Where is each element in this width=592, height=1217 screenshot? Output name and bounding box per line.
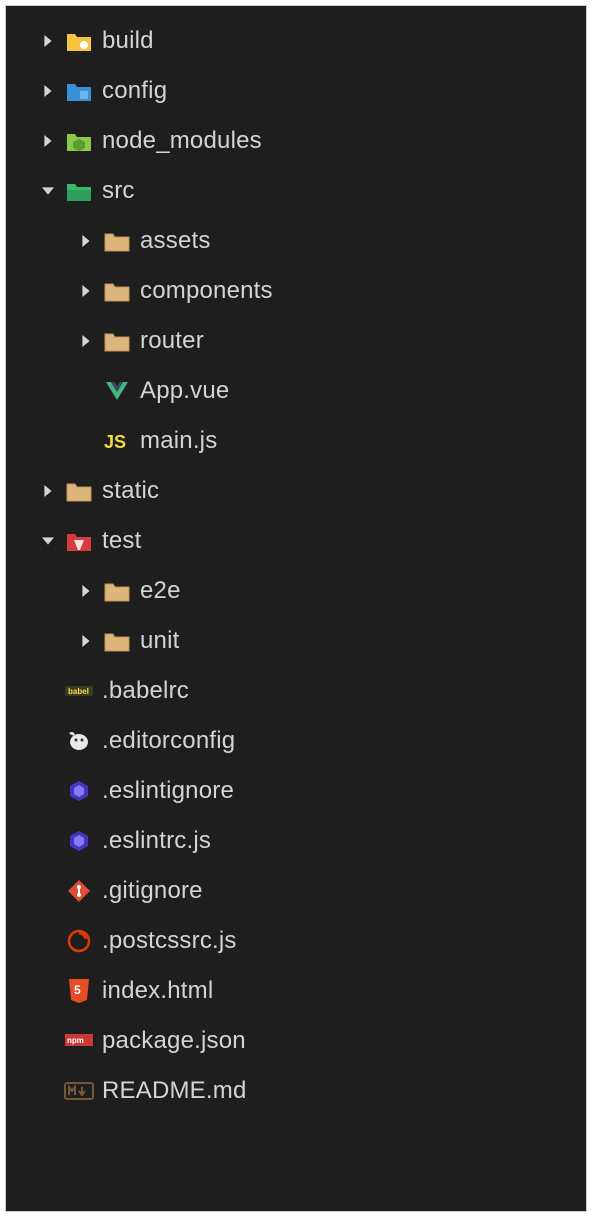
build-folder-icon	[64, 26, 94, 56]
eslint-icon	[64, 826, 94, 856]
tree-item-label: .gitignore	[102, 877, 203, 905]
tree-item-router[interactable]: router	[6, 316, 586, 366]
spacer	[36, 979, 60, 1003]
tree-item-label: .eslintignore	[102, 777, 234, 805]
vue-icon	[102, 376, 132, 406]
tree-item-label: node_modules	[102, 127, 262, 155]
spacer	[74, 379, 98, 403]
spacer	[36, 729, 60, 753]
eslint-icon	[64, 776, 94, 806]
tree-item-config[interactable]: config	[6, 66, 586, 116]
postcss-icon	[64, 926, 94, 956]
chevron-right-icon[interactable]	[36, 29, 60, 53]
chevron-right-icon[interactable]	[74, 279, 98, 303]
file-explorer-panel: build config node_modulessrcassets componen…	[5, 5, 587, 1212]
spacer	[74, 429, 98, 453]
tree-item-unit[interactable]: unit	[6, 616, 586, 666]
config-folder-icon	[64, 76, 94, 106]
markdown-icon	[64, 1076, 94, 1106]
folder-icon	[102, 576, 132, 606]
spacer	[36, 679, 60, 703]
spacer	[36, 779, 60, 803]
folder-icon	[102, 276, 132, 306]
folder-icon	[102, 226, 132, 256]
spacer	[36, 1029, 60, 1053]
tree-item-label: unit	[140, 627, 180, 655]
tree-item--editorconfig[interactable]: .editorconfig	[6, 716, 586, 766]
tree-item-label: config	[102, 77, 167, 105]
tree-item-components[interactable]: components	[6, 266, 586, 316]
tree-item--gitignore[interactable]: .gitignore	[6, 866, 586, 916]
test-folder-icon	[64, 526, 94, 556]
tree-item-label: .babelrc	[102, 677, 189, 705]
npm-icon: npm	[64, 1026, 94, 1056]
git-icon	[64, 876, 94, 906]
tree-item-label: index.html	[102, 977, 213, 1005]
tree-item--postcssrc-js[interactable]: .postcssrc.js	[6, 916, 586, 966]
tree-item-readme-md[interactable]: README.md	[6, 1066, 586, 1116]
node-folder-icon	[64, 126, 94, 156]
tree-item-label: .editorconfig	[102, 727, 235, 755]
folder-icon	[102, 326, 132, 356]
tree-item-src[interactable]: src	[6, 166, 586, 216]
chevron-down-icon[interactable]	[36, 529, 60, 553]
tree-item-label: .eslintrc.js	[102, 827, 211, 855]
tree-item-package-json[interactable]: npm package.json	[6, 1016, 586, 1066]
babel-icon: babel	[64, 676, 94, 706]
tree-item--eslintignore[interactable]: .eslintignore	[6, 766, 586, 816]
tree-item--eslintrc-js[interactable]: .eslintrc.js	[6, 816, 586, 866]
tree-item-label: README.md	[102, 1077, 247, 1105]
tree-item-app-vue[interactable]: App.vue	[6, 366, 586, 416]
tree-item-label: static	[102, 477, 159, 505]
spacer	[36, 929, 60, 953]
tree-item-main-js[interactable]: JS main.js	[6, 416, 586, 466]
editorconfig-icon	[64, 726, 94, 756]
chevron-right-icon[interactable]	[36, 479, 60, 503]
src-folder-icon	[64, 176, 94, 206]
chevron-right-icon[interactable]	[36, 129, 60, 153]
spacer	[36, 1079, 60, 1103]
folder-icon	[64, 476, 94, 506]
chevron-right-icon[interactable]	[74, 329, 98, 353]
spacer	[36, 829, 60, 853]
tree-item-test[interactable]: test	[6, 516, 586, 566]
tree-item-label: .postcssrc.js	[102, 927, 237, 955]
tree-item-label: assets	[140, 227, 211, 255]
tree-item-label: e2e	[140, 577, 181, 605]
tree-item-label: router	[140, 327, 204, 355]
svg-text:JS: JS	[104, 432, 126, 452]
tree-item-label: main.js	[140, 427, 217, 455]
html-icon: 5	[64, 976, 94, 1006]
tree-item-label: components	[140, 277, 273, 305]
chevron-right-icon[interactable]	[74, 629, 98, 653]
tree-item-label: test	[102, 527, 141, 555]
tree-item-build[interactable]: build	[6, 16, 586, 66]
svg-text:5: 5	[74, 983, 81, 997]
svg-text:npm: npm	[67, 1036, 84, 1045]
tree-item-label: App.vue	[140, 377, 229, 405]
js-icon: JS	[102, 426, 132, 456]
spacer	[36, 879, 60, 903]
tree-item--babelrc[interactable]: babel .babelrc	[6, 666, 586, 716]
chevron-right-icon[interactable]	[74, 579, 98, 603]
chevron-right-icon[interactable]	[36, 79, 60, 103]
chevron-right-icon[interactable]	[74, 229, 98, 253]
tree-item-label: src	[102, 177, 135, 205]
chevron-down-icon[interactable]	[36, 179, 60, 203]
tree-item-static[interactable]: static	[6, 466, 586, 516]
tree-item-assets[interactable]: assets	[6, 216, 586, 266]
svg-text:babel: babel	[68, 687, 89, 696]
tree-item-e2e[interactable]: e2e	[6, 566, 586, 616]
tree-item-label: package.json	[102, 1027, 246, 1055]
tree-item-label: build	[102, 27, 154, 55]
folder-icon	[102, 626, 132, 656]
tree-item-node-modules[interactable]: node_modules	[6, 116, 586, 166]
tree-item-index-html[interactable]: 5 index.html	[6, 966, 586, 1016]
